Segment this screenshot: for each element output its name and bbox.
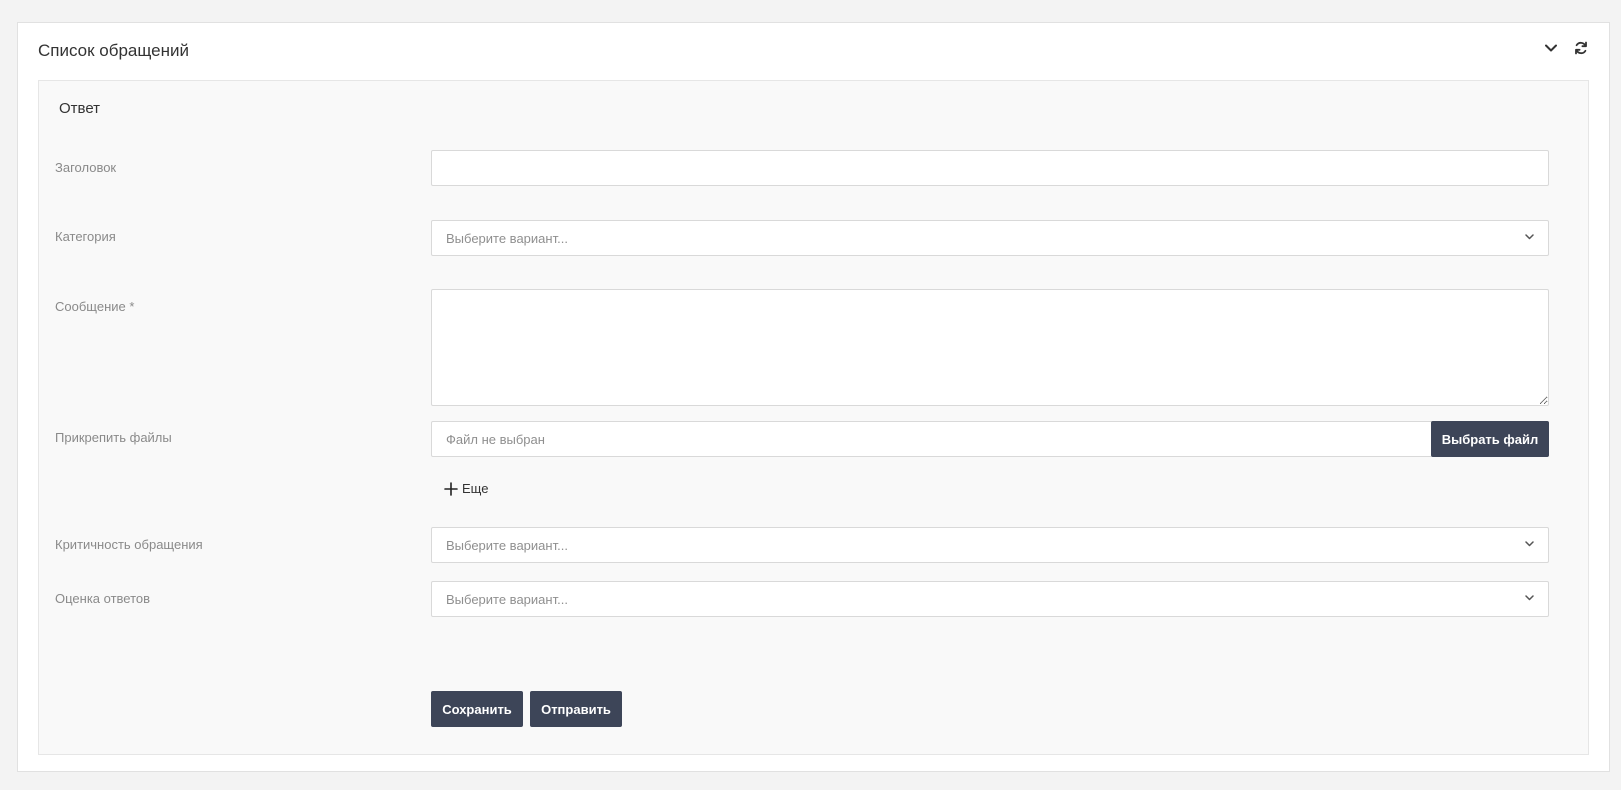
rating-label: Оценка ответов — [55, 591, 151, 606]
plus-icon — [444, 481, 458, 496]
save-button[interactable]: Сохранить — [431, 691, 523, 727]
requests-card: Список обращений Ответ Заголовок Категор… — [17, 22, 1610, 772]
chevron-down-icon — [1545, 44, 1557, 52]
card-tools — [1543, 40, 1589, 56]
category-label: Категория — [55, 229, 116, 244]
choose-file-button[interactable]: Выбрать файл — [1431, 421, 1549, 457]
title-input[interactable] — [432, 151, 1548, 185]
file-status-text: Файл не выбран — [446, 432, 545, 447]
title-label: Заголовок — [55, 160, 117, 175]
message-label: Сообщение * — [55, 299, 135, 314]
title-field[interactable] — [431, 150, 1549, 186]
add-more-label: Еще — [462, 481, 489, 496]
fieldset-legend: Ответ — [59, 100, 101, 117]
chevron-down-icon — [1525, 541, 1534, 547]
category-select[interactable]: Выберите вариант... — [431, 220, 1549, 256]
refresh-icon — [1575, 41, 1587, 55]
chevron-down-icon — [1525, 234, 1534, 240]
attach-label: Прикрепить файлы — [55, 430, 172, 445]
criticality-select[interactable]: Выберите вариант... — [431, 527, 1549, 563]
message-field[interactable] — [431, 289, 1549, 406]
criticality-placeholder: Выберите вариант... — [446, 538, 568, 553]
criticality-label: Критичность обращения — [55, 537, 203, 552]
collapse-button[interactable] — [1543, 40, 1559, 56]
file-field[interactable]: Файл не выбран Выбрать файл — [431, 421, 1549, 457]
chevron-down-icon — [1525, 595, 1534, 601]
message-textarea[interactable] — [432, 290, 1548, 405]
refresh-button[interactable] — [1573, 40, 1589, 56]
send-button[interactable]: Отправить — [530, 691, 622, 727]
card-title: Список обращений — [38, 41, 190, 60]
category-placeholder: Выберите вариант... — [446, 231, 568, 246]
rating-select[interactable]: Выберите вариант... — [431, 581, 1549, 617]
add-more-files-button[interactable]: Еще — [444, 481, 488, 496]
answer-fieldset: Ответ Заголовок Категория Выберите вариа… — [38, 80, 1589, 755]
rating-placeholder: Выберите вариант... — [446, 592, 568, 607]
